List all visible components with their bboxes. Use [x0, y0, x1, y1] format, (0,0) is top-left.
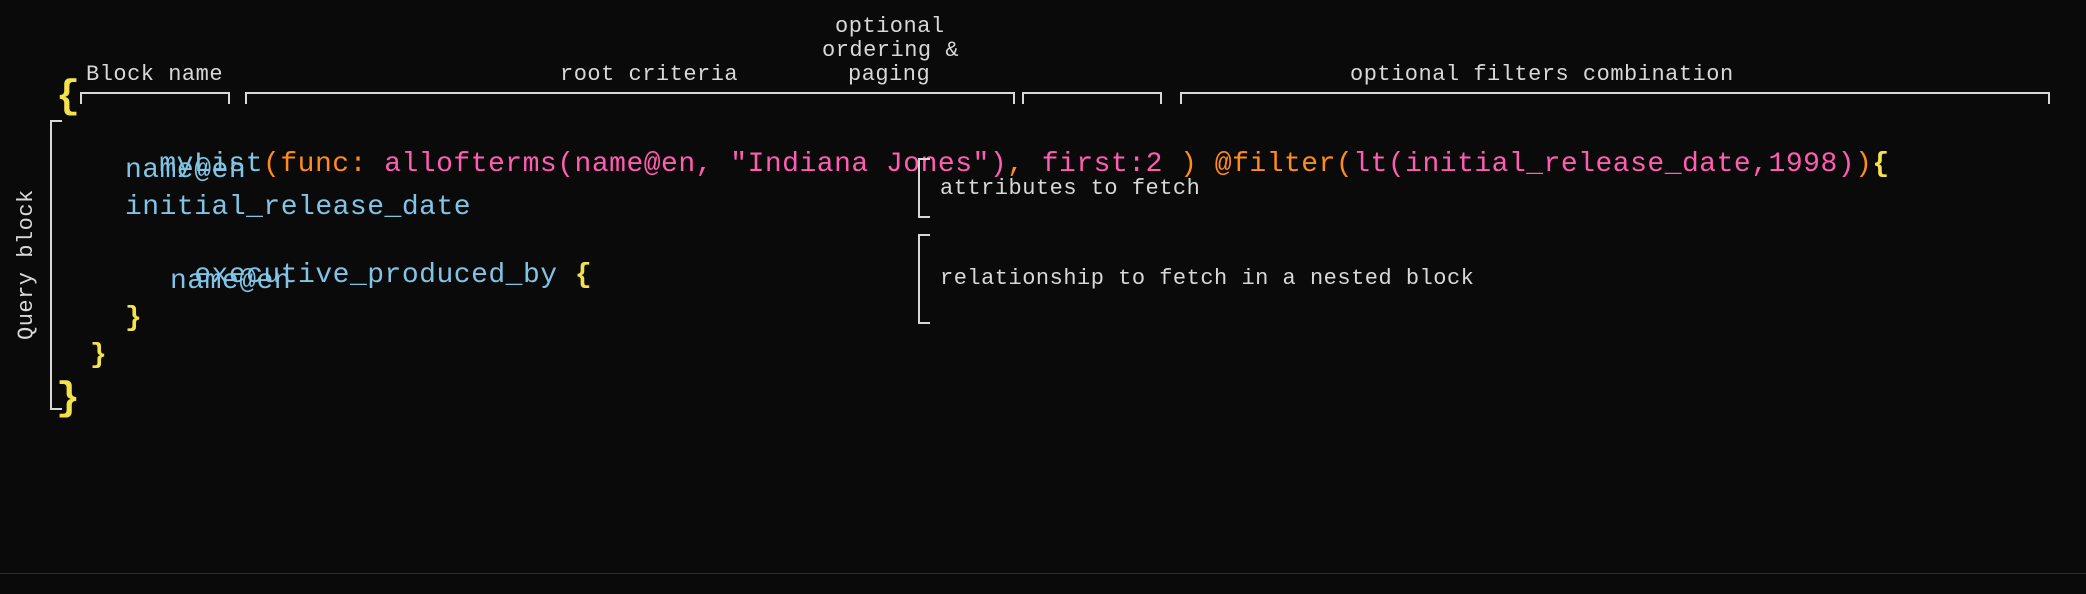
annot-rel: relationship to fetch in a nested block [940, 266, 1474, 291]
annot-attrs: attributes to fetch [940, 176, 1200, 201]
annot-paging-l3: paging [848, 62, 930, 87]
annot-root-criteria: root criteria [560, 62, 738, 87]
code-line3: initial_release_date [125, 192, 471, 223]
bracket-attrs [918, 158, 920, 218]
annot-paging-l2: ordering & [822, 38, 959, 63]
annot-filters-combo: optional filters combination [1350, 62, 1734, 87]
tok-args-po: ( [557, 149, 574, 180]
annot-query-block: Query block [14, 140, 39, 390]
tok-lt-comma: , [1751, 149, 1768, 180]
code-line6: } [125, 303, 142, 334]
tok-atfilter: @filter [1215, 149, 1336, 180]
tok-lt-po: ( [1388, 149, 1405, 180]
tok-lt: lt [1353, 149, 1388, 180]
code-line7: } [90, 340, 107, 371]
tok-arg-name: name@en [575, 149, 696, 180]
code-open-brace: { [56, 78, 80, 118]
bracket-block-name [80, 92, 230, 94]
annot-paging-l1: optional [835, 14, 945, 39]
code-line2: name@en [125, 155, 246, 186]
diagram-stage: optional ordering & paging Block name ro… [0, 0, 2086, 594]
tok-f-pc: ) [1855, 149, 1872, 180]
annot-block-name: Block name [86, 62, 223, 87]
code-line5: name@en [170, 266, 291, 297]
tok-func-kw: func: [280, 149, 367, 180]
tok-comma1: , [696, 149, 731, 180]
tok-l1-open-brace: { [1872, 149, 1889, 180]
bracket-root-criteria [245, 92, 1015, 94]
bracket-rel [918, 234, 920, 324]
bottom-divider [0, 573, 2086, 574]
tok-sp1 [367, 149, 384, 180]
tok-f-po: ( [1336, 149, 1353, 180]
bracket-filters [1180, 92, 2050, 94]
tok-lt-a1: initial_release_date [1405, 149, 1751, 180]
tok-lt-pc: ) [1838, 149, 1855, 180]
tok-l4-brace: { [575, 260, 592, 291]
tok-lt-a2: 1998 [1769, 149, 1838, 180]
bracket-query-block [50, 120, 52, 410]
tok-paren-open1: ( [263, 149, 280, 180]
code-close-brace: } [56, 380, 80, 420]
bracket-paging [1022, 92, 1162, 94]
tok-allofterms: allofterms [384, 149, 557, 180]
